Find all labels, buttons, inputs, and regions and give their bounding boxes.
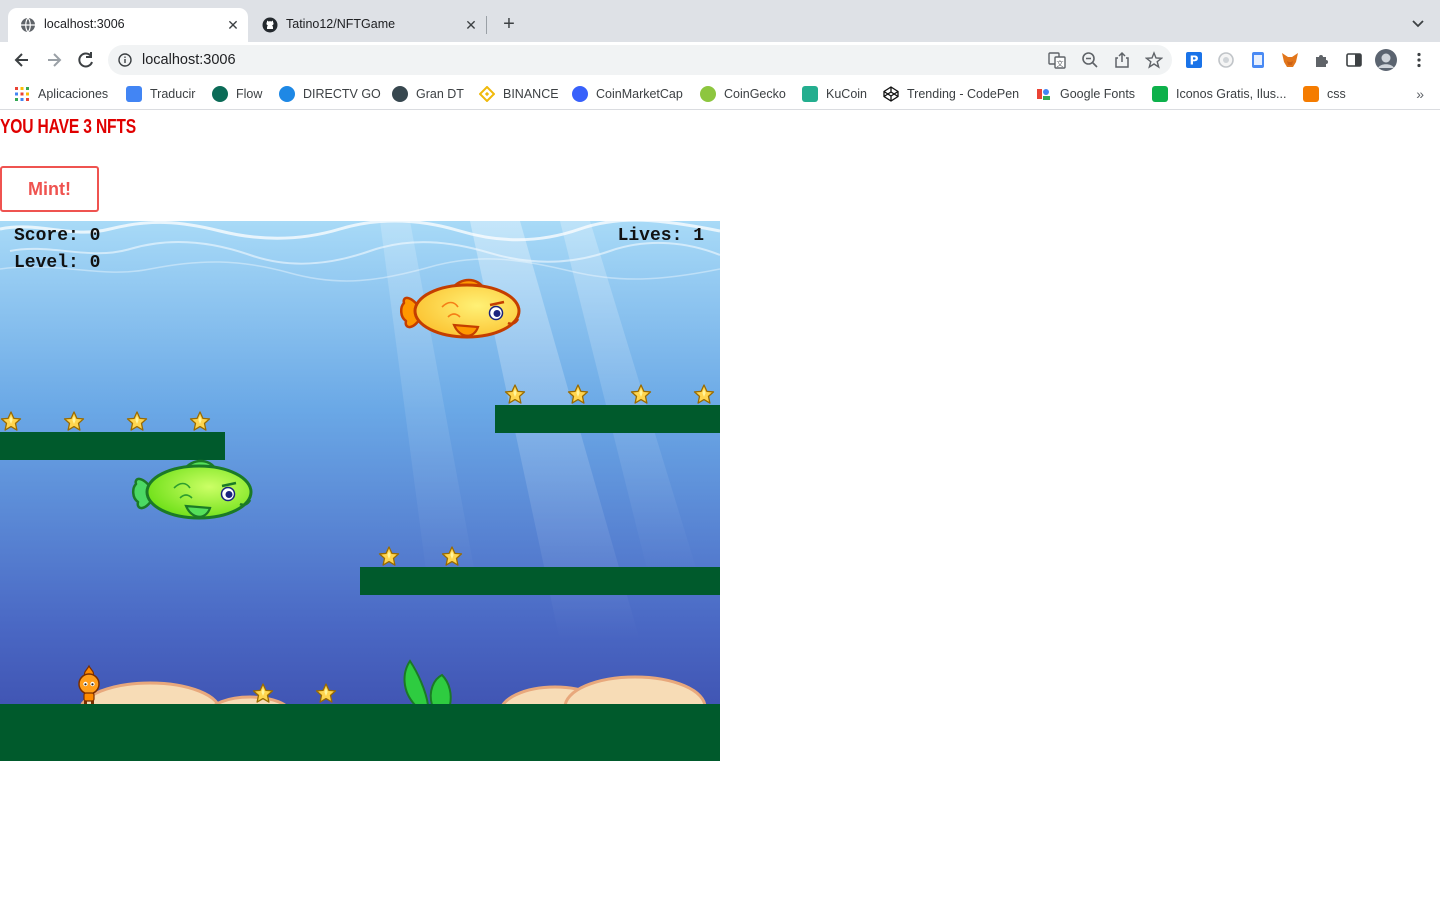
translate-icon[interactable]: 文 <box>1048 51 1066 69</box>
coinmarketcap-icon <box>572 86 588 102</box>
bookmark-kucoin[interactable]: KuCoin <box>802 85 867 103</box>
kucoin-icon <box>802 86 818 102</box>
bookmark-label: DIRECTV GO <box>303 87 381 101</box>
close-tab-icon[interactable]: ✕ <box>462 16 480 34</box>
lives-display: Lives: 1 <box>617 226 704 246</box>
extension-p-icon[interactable]: P <box>1185 51 1203 69</box>
ball-icon <box>392 86 408 102</box>
flaticon-icon <box>1152 86 1168 102</box>
browser-toolbar: localhost:3006 文 P <box>0 42 1440 78</box>
chevron-down-icon[interactable] <box>1410 15 1426 31</box>
extension-doc-icon[interactable] <box>1249 51 1267 69</box>
more-bookmarks-icon[interactable]: » <box>1416 86 1424 102</box>
bookmark-label: Flow <box>236 87 263 101</box>
bookmark-flow[interactable]: Flow <box>212 85 262 103</box>
apps-grid-icon <box>15 87 29 101</box>
tab-title: localhost:3006 <box>44 17 125 31</box>
bookmark-label: Gran DT <box>416 87 464 101</box>
close-tab-icon[interactable]: ✕ <box>224 16 242 34</box>
share-icon[interactable] <box>1113 51 1131 69</box>
bookmark-codepen[interactable]: Trending - CodePen <box>883 85 1019 103</box>
zoom-out-icon[interactable] <box>1081 51 1099 69</box>
nft-count-heading: YOU HAVE 3 NFTS <box>0 116 137 138</box>
bookmark-coinmarketcap[interactable]: CoinMarketCap <box>572 85 683 103</box>
browser-tab-strip: localhost:3006 ✕ Tatino12/NFTGame ✕ + <box>0 0 1440 42</box>
codepen-icon <box>883 86 899 102</box>
bookmark-css[interactable]: css <box>1303 85 1346 103</box>
score-display: Score: 0 <box>14 226 101 246</box>
bookmark-traducir[interactable]: Traducir <box>126 85 195 103</box>
globe-icon <box>21 17 35 33</box>
new-tab-icon[interactable]: + <box>498 13 520 35</box>
reload-icon[interactable] <box>76 50 96 70</box>
level-display: Level: 0 <box>14 253 101 273</box>
metamask-fox-icon[interactable] <box>1281 51 1299 69</box>
flow-icon <box>212 86 228 102</box>
tab-title: Tatino12/NFTGame <box>286 17 396 31</box>
bookmark-directv[interactable]: DIRECTV GO <box>279 85 381 103</box>
bookmark-label: css <box>1327 87 1346 101</box>
bookmark-binance[interactable]: BINANCE <box>479 85 559 103</box>
side-panel-icon[interactable] <box>1345 51 1363 69</box>
platform-left <box>0 432 225 460</box>
platform-upper-right <box>495 405 720 433</box>
platform-middle <box>360 567 720 595</box>
github-icon <box>262 17 278 33</box>
tab-github[interactable]: Tatino12/NFTGame ✕ <box>250 8 486 42</box>
bookmark-label: KuCoin <box>826 87 867 101</box>
address-bar[interactable]: localhost:3006 文 <box>108 45 1172 75</box>
mint-button[interactable]: Mint! <box>0 166 99 212</box>
profile-avatar-icon[interactable] <box>1374 48 1398 72</box>
url-text[interactable]: localhost:3006 <box>142 52 236 68</box>
svg-text:文: 文 <box>1057 59 1064 68</box>
bookmark-star-icon[interactable] <box>1145 51 1163 69</box>
game-canvas[interactable]: Score: 0 Level: 0 Lives: 1 <box>0 221 720 761</box>
bookmark-label: CoinGecko <box>724 87 786 101</box>
bookmark-label: BINANCE <box>503 87 559 101</box>
info-icon[interactable] <box>118 53 132 67</box>
extensions-puzzle-icon[interactable] <box>1313 51 1331 69</box>
bookmark-iconos[interactable]: Iconos Gratis, Ilus... <box>1152 85 1286 103</box>
bookmark-label: Traducir <box>150 87 196 101</box>
bookmark-google-fonts[interactable]: Google Fonts <box>1036 85 1135 103</box>
bookmark-label: Trending - CodePen <box>907 87 1020 101</box>
bookmarks-bar: Aplicaciones Traducir Flow DIRECTV GO Gr… <box>0 78 1440 110</box>
directv-icon <box>279 86 295 102</box>
forward-arrow-icon[interactable] <box>44 50 64 70</box>
more-menu-icon[interactable] <box>1410 51 1428 69</box>
coingecko-icon <box>700 86 716 102</box>
bookmark-label: Google Fonts <box>1060 87 1136 101</box>
bookmark-aplicaciones[interactable]: Aplicaciones <box>14 85 108 103</box>
game-scene <box>0 221 720 761</box>
binance-icon <box>479 86 495 102</box>
svg-text:P: P <box>1190 54 1199 68</box>
bookmark-coingecko[interactable]: CoinGecko <box>700 85 786 103</box>
translate-icon <box>126 86 142 102</box>
bookmark-label: CoinMarketCap <box>596 87 683 101</box>
google-fonts-icon <box>1037 89 1050 100</box>
bookmark-gran-dt[interactable]: Gran DT <box>392 85 464 103</box>
bookmark-label: Aplicaciones <box>38 87 109 101</box>
extension-circle-icon[interactable] <box>1217 51 1235 69</box>
bookmark-label: Iconos Gratis, Ilus... <box>1176 87 1287 101</box>
ground-platform <box>0 704 720 761</box>
back-arrow-icon[interactable] <box>12 50 32 70</box>
w3schools-icon <box>1303 86 1319 102</box>
tab-separator <box>486 16 487 34</box>
tab-localhost[interactable]: localhost:3006 ✕ <box>8 8 248 42</box>
